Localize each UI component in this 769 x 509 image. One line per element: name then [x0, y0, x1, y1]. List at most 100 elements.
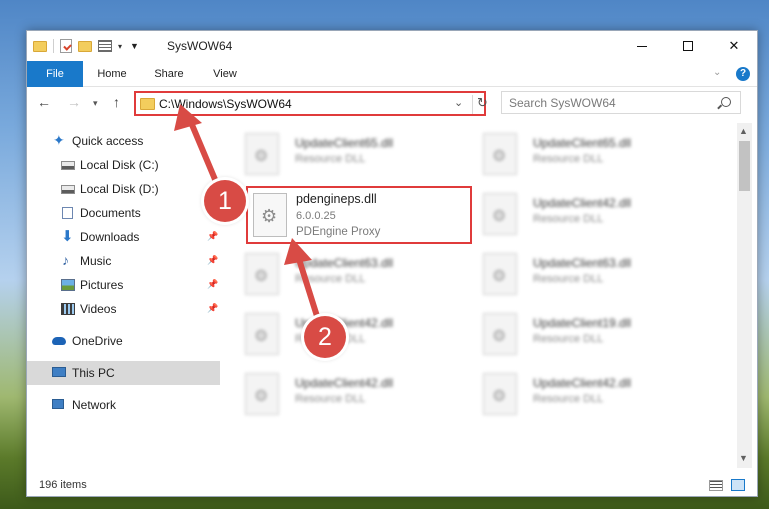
pictures-icon	[61, 279, 75, 291]
details-view-icon[interactable]	[709, 480, 723, 491]
minimize-icon	[637, 45, 647, 47]
chevron-down-icon[interactable]: ▾	[118, 42, 122, 51]
download-icon: ⬇	[61, 228, 74, 245]
dll-file-icon	[483, 253, 517, 295]
dll-file-icon	[483, 313, 517, 355]
step-2-badge: 2	[304, 316, 346, 358]
drive-icon	[61, 185, 75, 194]
file-item[interactable]: UpdateClient65.dll Resource DLL	[465, 129, 695, 179]
file-name: UpdateClient63.dll	[295, 256, 394, 270]
explorer-window: ▾ ▼ SysWOW64 ✕ File Home Share View ⌄ ? …	[26, 30, 758, 497]
file-item[interactable]: UpdateClient63.dll Resource DLL	[227, 249, 457, 299]
file-description: PDEngine Proxy	[296, 226, 381, 238]
file-description: Resource DLL	[533, 273, 604, 285]
file-item[interactable]: UpdateClient19.dll Resource DLL	[465, 309, 695, 359]
folder-icon	[140, 98, 155, 110]
window-title: SysWOW64	[167, 39, 233, 53]
file-item[interactable]: UpdateClient65.dll Resource DLL	[227, 129, 457, 179]
file-item[interactable]: UpdateClient42.dll Resource DLL	[465, 189, 695, 239]
sidebar-item-label: Network	[72, 398, 117, 412]
sidebar-item-music[interactable]: ♪ Music 📌	[27, 249, 220, 273]
sidebar-item-label: OneDrive	[72, 334, 123, 348]
scroll-down-icon[interactable]: ▼	[739, 453, 748, 463]
address-path[interactable]: C:\Windows\SysWOW64	[159, 97, 292, 111]
file-description: Resource DLL	[533, 393, 604, 405]
pin-icon[interactable]: 📌	[207, 279, 218, 290]
help-button[interactable]: ?	[736, 67, 750, 81]
file-name: UpdateClient19.dll	[533, 316, 632, 330]
cloud-icon	[52, 337, 66, 345]
file-name: UpdateClient63.dll	[533, 256, 632, 270]
star-icon: ✦	[53, 132, 65, 148]
step-1-badge: 1	[204, 180, 246, 222]
dll-file-icon	[245, 253, 279, 295]
forward-button[interactable]: →	[67, 94, 81, 110]
dll-file-icon	[483, 133, 517, 175]
sidebar-item-local-disk-c[interactable]: Local Disk (C:)	[27, 153, 220, 177]
computer-icon	[52, 367, 66, 377]
tab-file[interactable]: File	[27, 61, 83, 87]
pin-icon[interactable]: 📌	[207, 303, 218, 314]
minimize-button[interactable]	[619, 31, 665, 61]
sidebar-item-label: Pictures	[80, 278, 124, 292]
customize-toolbar-icon[interactable]: ▼	[130, 41, 139, 51]
dll-file-icon	[245, 133, 279, 175]
back-button[interactable]: ←	[37, 94, 51, 110]
tab-share[interactable]: Share	[147, 61, 191, 87]
address-bar[interactable]: C:\Windows\SysWOW64 ⌄ ↻	[134, 91, 488, 116]
sidebar-item-pictures[interactable]: Pictures 📌	[27, 273, 220, 297]
sidebar-item-quick-access[interactable]: ✦ Quick access	[27, 129, 220, 153]
tab-home[interactable]: Home	[87, 61, 137, 87]
close-icon: ✕	[728, 38, 740, 53]
file-description: Resource DLL	[295, 273, 366, 285]
file-name: UpdateClient65.dll	[533, 136, 632, 150]
documents-icon	[62, 207, 73, 219]
search-icon[interactable]	[721, 97, 731, 107]
maximize-button[interactable]	[665, 31, 711, 61]
scrollbar-thumb[interactable]	[739, 141, 750, 191]
sidebar-item-onedrive[interactable]: OneDrive	[27, 329, 220, 353]
maximize-icon	[683, 41, 693, 51]
file-item[interactable]: UpdateClient63.dll Resource DLL	[465, 249, 695, 299]
view-icon[interactable]	[98, 40, 112, 52]
file-name: UpdateClient42.dll	[533, 376, 632, 390]
highlighted-file-item[interactable]: pdengineps.dll 6.0.0.25 PDEngine Proxy	[246, 186, 472, 244]
recent-locations-button[interactable]: ▾	[93, 98, 98, 109]
navigation-pane: ✦ Quick access Local Disk (C:) Local Dis…	[27, 127, 220, 465]
sidebar-item-label: Documents	[80, 206, 141, 220]
sidebar-item-local-disk-d[interactable]: Local Disk (D:)	[27, 177, 220, 201]
search-input[interactable]: Search SysWOW64	[509, 96, 616, 110]
file-description: Resource DLL	[295, 393, 366, 405]
drive-icon	[61, 161, 75, 170]
sidebar-item-documents[interactable]: Documents 📌	[27, 201, 220, 225]
up-button[interactable]: ↑	[113, 94, 120, 110]
file-item[interactable]: UpdateClient42.dll Resource DLL	[465, 369, 695, 419]
sidebar-item-downloads[interactable]: ⬇ Downloads 📌	[27, 225, 220, 249]
properties-icon[interactable]	[60, 39, 72, 53]
music-icon: ♪	[62, 252, 69, 268]
file-description: Resource DLL	[295, 153, 366, 165]
scroll-up-icon[interactable]: ▲	[739, 126, 748, 136]
file-item[interactable]: UpdateClient42.dll Resource DLL	[227, 369, 457, 419]
pin-icon[interactable]: 📌	[207, 231, 218, 242]
quick-access-toolbar: ▾ ▼	[33, 37, 139, 55]
file-name: UpdateClient65.dll	[295, 136, 394, 150]
pin-icon[interactable]: 📌	[207, 255, 218, 266]
expand-ribbon-icon[interactable]: ⌄	[713, 67, 721, 78]
close-button[interactable]: ✕	[711, 31, 757, 61]
item-count: 196 items	[39, 479, 87, 491]
sidebar-item-network[interactable]: Network	[27, 393, 220, 417]
sidebar-item-videos[interactable]: Videos 📌	[27, 297, 220, 321]
new-folder-icon[interactable]	[78, 40, 92, 52]
address-dropdown-icon[interactable]: ⌄	[454, 96, 463, 109]
status-bar: 196 items	[27, 473, 757, 497]
dll-file-icon	[253, 193, 287, 237]
tab-view[interactable]: View	[205, 61, 245, 87]
dll-file-icon	[483, 193, 517, 235]
large-icons-view-icon[interactable]	[731, 479, 745, 491]
search-box[interactable]: Search SysWOW64	[501, 91, 741, 114]
vertical-scrollbar[interactable]: ▲ ▼	[737, 123, 752, 468]
sidebar-item-this-pc[interactable]: This PC	[27, 361, 220, 385]
dll-file-icon	[245, 313, 279, 355]
refresh-button[interactable]: ↻	[472, 95, 488, 114]
